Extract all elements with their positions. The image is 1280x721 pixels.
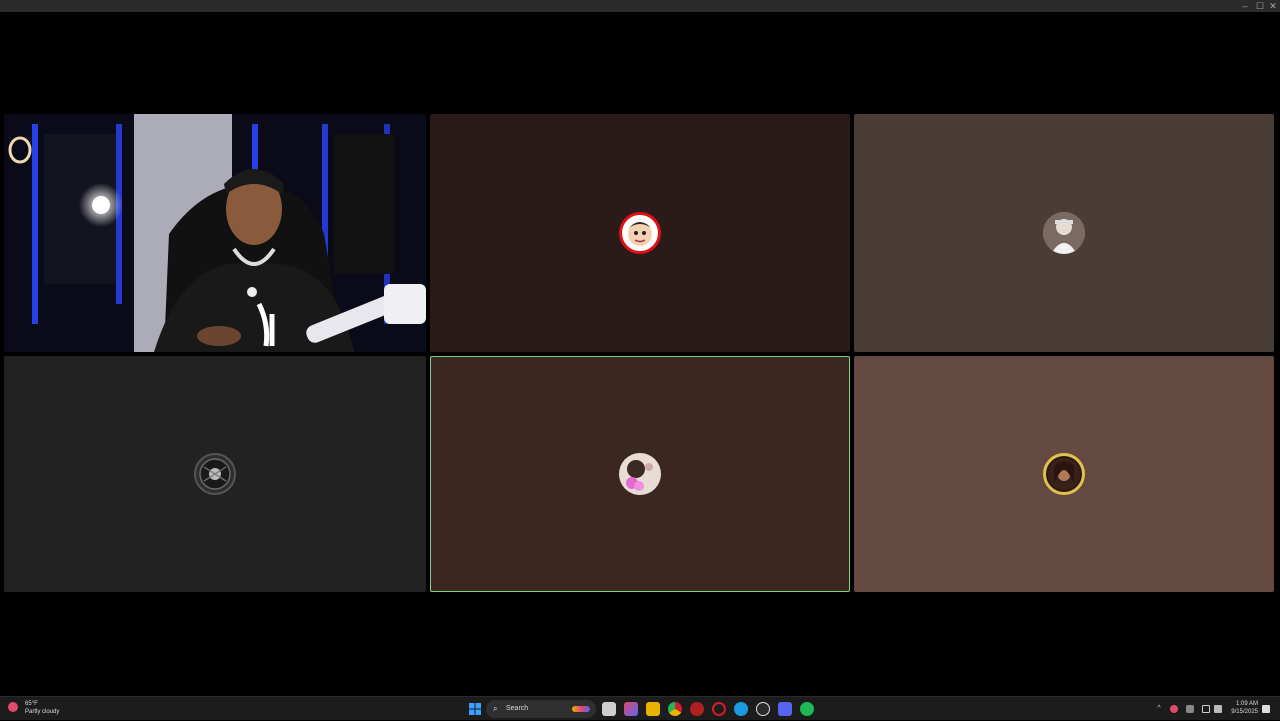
clock[interactable]: 1:09 AM 9/15/2025 <box>1228 700 1258 716</box>
chrome-icon[interactable] <box>668 702 682 716</box>
close-button[interactable]: ✕ <box>1266 0 1280 12</box>
opera-icon[interactable] <box>712 702 726 716</box>
video-tile-camera[interactable] <box>4 114 426 352</box>
maximize-button[interactable]: ☐ <box>1253 0 1267 12</box>
windows-logo-icon <box>469 703 481 715</box>
search-box[interactable]: ⌕ Search <box>486 700 596 718</box>
cartoon-face-avatar <box>619 212 661 254</box>
tray-app-icon[interactable] <box>1170 705 1178 713</box>
app-icon[interactable] <box>690 702 704 716</box>
gold-frame-avatar <box>1043 453 1085 495</box>
weather-desc: Partly cloudy <box>25 709 60 715</box>
search-label: Search <box>506 705 529 712</box>
search-highlight-icon <box>572 706 590 712</box>
taskbar: 65°F Partly cloudy ⌕ Search ^ 1:09 AM 9/… <box>0 696 1280 720</box>
copilot-icon[interactable] <box>624 702 638 716</box>
photo-avatar <box>1043 212 1085 254</box>
weather-temp: 65°F <box>25 701 38 707</box>
weather-widget[interactable]: 65°F Partly cloudy <box>8 700 59 716</box>
participant-tile-speaking[interactable] <box>430 356 850 592</box>
pink-flowers-avatar <box>619 453 661 495</box>
discord-icon[interactable] <box>778 702 792 716</box>
start-button[interactable] <box>468 702 482 716</box>
tray-chevron-icon[interactable]: ^ <box>1155 705 1163 713</box>
participant-tile[interactable] <box>854 356 1274 592</box>
participant-tile[interactable] <box>430 114 850 352</box>
edge-icon[interactable] <box>734 702 748 716</box>
minimize-button[interactable]: – <box>1238 0 1252 12</box>
file-explorer-icon[interactable] <box>646 702 660 716</box>
settings-icon[interactable] <box>756 702 770 716</box>
weather-icon <box>8 702 18 712</box>
window-titlebar: – ☐ ✕ <box>0 0 1280 12</box>
clock-time: 1:09 AM <box>1235 701 1258 707</box>
camera-feed-image <box>4 114 426 352</box>
dark-emblem-avatar <box>194 453 236 495</box>
call-grid <box>0 12 1280 696</box>
spotify-icon[interactable] <box>800 702 814 716</box>
participant-tile[interactable] <box>854 114 1274 352</box>
participant-tile[interactable] <box>4 356 426 592</box>
microphone-icon[interactable] <box>1186 705 1194 713</box>
clock-date: 9/15/2025 <box>1231 709 1258 715</box>
network-icon[interactable] <box>1202 705 1210 713</box>
volume-icon[interactable] <box>1214 705 1222 713</box>
notifications-icon[interactable] <box>1262 705 1270 713</box>
search-icon: ⌕ <box>493 704 498 713</box>
task-view-icon[interactable] <box>602 702 616 716</box>
